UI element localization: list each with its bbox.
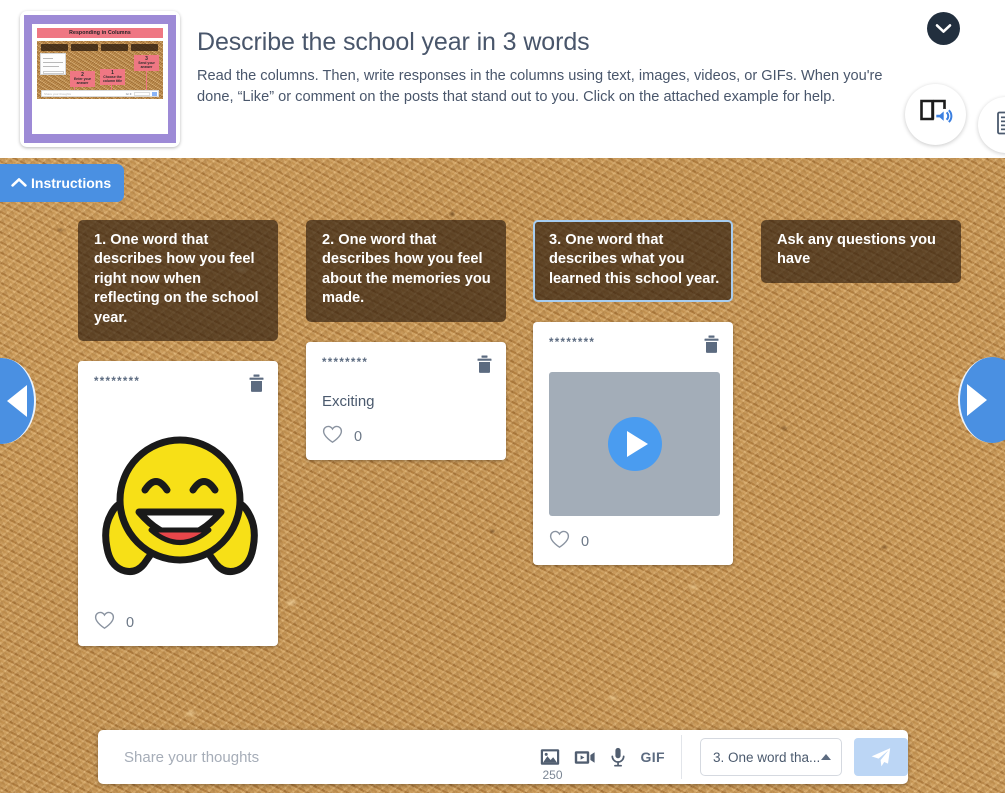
- post-image: [94, 412, 265, 597]
- heart-icon[interactable]: [549, 530, 570, 554]
- caret-up-icon: [821, 754, 831, 760]
- header-text-block: Describe the school year in 3 words Read…: [197, 27, 897, 107]
- thumbnail-title: Responding in Columns: [37, 28, 163, 38]
- play-button-icon[interactable]: [607, 417, 662, 472]
- trash-icon[interactable]: [476, 355, 493, 379]
- send-paper-plane-icon: [871, 748, 891, 767]
- instructions-tab-label: Instructions: [31, 175, 112, 191]
- thumbnail-pin-3: 3 Send your answer: [134, 55, 159, 72]
- board-column-2: 2. One word that describes how you feel …: [306, 220, 506, 461]
- board-column-4: Ask any questions you have: [761, 220, 961, 283]
- composer-divider: [681, 735, 682, 779]
- page-description: Read the columns. Then, write responses …: [197, 68, 883, 105]
- column-header-2[interactable]: 2. One word that describes how you feel …: [306, 220, 506, 322]
- thumbnail-pin-1: 1 Choose the column title: [100, 69, 125, 86]
- grinning-face-with-thumbs-up-emoji: [101, 436, 258, 576]
- column-header-4[interactable]: Ask any questions you have: [761, 220, 961, 283]
- character-counter: 250: [542, 768, 563, 782]
- document-list-icon: [996, 111, 1005, 140]
- thumbnail-frame: Responding in Columns 2 Enter your answe…: [24, 15, 176, 143]
- trash-icon[interactable]: [703, 335, 720, 359]
- page-title: Describe the school year in 3 words: [197, 28, 590, 56]
- post-header: ********: [549, 335, 720, 359]
- post-author: ********: [94, 376, 141, 389]
- share-thoughts-input[interactable]: [98, 730, 541, 784]
- composer-bar: 250: [98, 730, 908, 784]
- send-button[interactable]: [854, 738, 908, 776]
- composer-tools: 250 GIF: [540, 747, 681, 782]
- post-body: Exciting: [322, 392, 375, 410]
- post-footer: 0: [322, 425, 493, 449]
- post-header: ********: [94, 374, 265, 398]
- post-footer: 0: [549, 530, 720, 554]
- like-count: 0: [126, 615, 135, 632]
- trash-icon[interactable]: [248, 374, 265, 398]
- post-card[interactable]: ******** 0: [533, 322, 733, 566]
- post-header: ********: [322, 355, 493, 379]
- like-count: 0: [354, 429, 363, 446]
- gif-icon[interactable]: GIF: [640, 749, 665, 765]
- column-select-dropdown[interactable]: 3. One word tha...: [700, 738, 842, 776]
- immersive-reader-icon: [919, 97, 953, 132]
- like-count: 0: [581, 534, 590, 551]
- post-footer: 0: [94, 611, 265, 635]
- padlet-app: 1. One word that describes how you feel …: [0, 0, 1005, 793]
- collapse-header-button[interactable]: [927, 12, 960, 45]
- thumbnail-page: Responding in Columns 2 Enter your answe…: [32, 24, 168, 134]
- thumbnail-board: 2 Enter your answer 1 Choose the column ti…: [37, 41, 163, 99]
- post-video[interactable]: [549, 372, 720, 517]
- post-card[interactable]: ******** 0: [78, 361, 278, 647]
- video-icon[interactable]: [574, 749, 596, 766]
- column-header-1[interactable]: 1. One word that describes how you feel …: [78, 220, 278, 342]
- heart-icon[interactable]: [94, 611, 115, 635]
- board-canvas[interactable]: 1. One word that describes how you feel …: [0, 158, 1005, 793]
- image-icon[interactable]: [540, 748, 560, 766]
- arrow-right-icon: [967, 384, 987, 416]
- board-column-1: 1. One word that describes how you feel …: [78, 220, 278, 647]
- thumbnail-composer: Share your thoughts GIF: [41, 90, 159, 97]
- post-author: ********: [322, 356, 369, 369]
- chevron-down-icon: [935, 23, 952, 34]
- immersive-reader-button[interactable]: [905, 84, 966, 145]
- thumbnail-form: [40, 53, 66, 75]
- board-column-3: 3. One word that describes what you lear…: [533, 220, 733, 566]
- arrow-left-icon: [7, 385, 27, 417]
- thumbnail-pin-2: 2 Enter your answer: [70, 71, 95, 88]
- chevron-up-icon: [11, 175, 27, 191]
- attached-example-thumbnail[interactable]: Responding in Columns 2 Enter your answe…: [20, 11, 180, 147]
- column-select-value: 3. One word tha...: [713, 749, 821, 765]
- instructions-tab[interactable]: Instructions: [0, 164, 125, 202]
- column-header-3[interactable]: 3. One word that describes what you lear…: [533, 220, 733, 303]
- microphone-icon[interactable]: [610, 747, 626, 767]
- heart-icon[interactable]: [322, 425, 343, 449]
- post-author: ********: [549, 337, 596, 350]
- board-header: Responding in Columns 2 Enter your answe…: [0, 0, 1005, 158]
- post-card[interactable]: ******** Exciting 0: [306, 341, 506, 461]
